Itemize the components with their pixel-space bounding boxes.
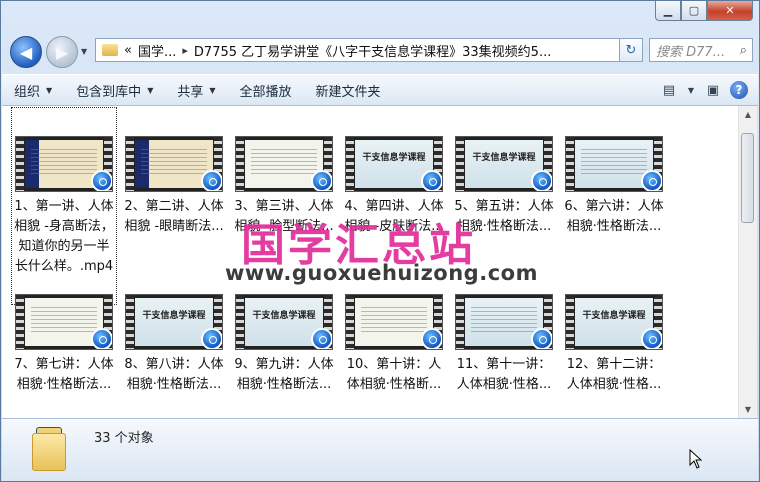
media-player-icon	[531, 170, 552, 191]
scroll-down-icon[interactable]: ▼	[739, 401, 757, 418]
vertical-scrollbar[interactable]: ▲ ▼	[738, 106, 757, 418]
file-item[interactable]: 11、第十一讲：人体相貌·性格...	[452, 294, 556, 404]
video-thumbnail	[455, 294, 553, 350]
breadcrumb-overflow[interactable]: «	[124, 43, 132, 58]
file-item[interactable]: 10、第十讲：人体相貌·性格断...	[342, 294, 446, 404]
include-library-label: 包含到库中	[76, 84, 142, 100]
media-player-icon	[91, 170, 112, 191]
file-name: 3、第三讲、人体相貌 -脸型断法...	[234, 199, 334, 234]
address-bar[interactable]: « 国学... ▸ D7755 乙丁易学讲堂《八字干支信息学课程》33集视频约5…	[95, 38, 641, 62]
share-button[interactable]: 共享 ▼	[165, 75, 227, 105]
chevron-down-icon: ▼	[46, 85, 53, 95]
file-item[interactable]: 2、第二讲、人体相貌 -眼睛断法...	[122, 136, 226, 246]
video-thumbnail	[15, 294, 113, 350]
media-player-icon	[91, 328, 112, 349]
media-player-icon	[421, 170, 442, 191]
file-name: 1、第一讲、人体相貌 -身高断法，知道你的另一半长什么样。.mp4	[14, 199, 114, 274]
help-icon[interactable]: ?	[730, 81, 748, 99]
preview-pane-icon[interactable]: ▣	[702, 79, 724, 101]
minimize-button[interactable]: ▁	[655, 1, 681, 21]
play-all-button[interactable]: 全部播放	[228, 75, 304, 105]
forward-button[interactable]: ▶	[46, 36, 78, 68]
thumbnail-title: 干支信息学课程	[472, 153, 536, 163]
file-name: 8、第八讲：人体相貌·性格断法...	[124, 357, 224, 392]
video-thumbnail	[235, 136, 333, 192]
media-player-icon	[421, 328, 442, 349]
file-list: 1、第一讲、人体相貌 -身高断法，知道你的另一半长什么样。.mp4 2、第二讲、人…	[2, 106, 738, 418]
file-item[interactable]: 6、第六讲：人体相貌·性格断法...	[562, 136, 666, 246]
new-folder-button[interactable]: 新建文件夹	[304, 75, 393, 105]
item-count: 33 个对象	[94, 431, 154, 446]
search-icon: ⌕	[739, 42, 747, 58]
search-input[interactable]: 搜索 D77... ⌕	[649, 38, 753, 62]
media-player-icon	[531, 328, 552, 349]
thumbnail-title: 干支信息学课程	[252, 311, 316, 321]
close-button[interactable]: ✕	[707, 1, 753, 21]
view-dropdown-icon[interactable]: ▼	[686, 79, 696, 101]
video-thumbnail	[565, 136, 663, 192]
thumbnail-title: 干支信息学课程	[142, 311, 206, 321]
file-item[interactable]: 干支信息学课程 4、第四讲、人体相貌 -皮肤断法...	[342, 136, 446, 246]
thumbnail-title: 干支信息学课程	[582, 311, 646, 321]
chevron-down-icon: ▼	[209, 85, 216, 95]
scrollbar-thumb[interactable]	[741, 133, 754, 223]
view-options-icon[interactable]: ▤	[658, 79, 680, 101]
media-player-icon	[201, 328, 222, 349]
video-thumbnail: 干支信息学课程	[455, 136, 553, 192]
file-name: 5、第五讲：人体相貌·性格断法...	[454, 199, 554, 234]
file-name: 9、第九讲：人体相貌·性格断法...	[234, 357, 334, 392]
video-thumbnail: 干支信息学课程	[565, 294, 663, 350]
organize-button[interactable]: 组织 ▼	[2, 75, 64, 105]
organize-label: 组织	[14, 84, 41, 100]
file-name: 10、第十讲：人体相貌·性格断...	[346, 357, 442, 392]
folder-icon	[102, 44, 118, 56]
file-name: 11、第十一讲：人体相貌·性格...	[456, 357, 552, 392]
maximize-button[interactable]: ▢	[681, 1, 707, 21]
search-placeholder: 搜索 D77...	[656, 44, 726, 60]
explorer-window: ▁ ▢ ✕ ◀ ▶ ▼ « 国学... ▸ D7755 乙丁易学讲堂《八字干支信…	[0, 0, 760, 482]
video-thumbnail: 干支信息学课程	[235, 294, 333, 350]
media-player-icon	[641, 328, 662, 349]
file-name: 12、第十二讲：人体相貌·性格...	[566, 357, 662, 392]
thumbnail-title: 干支信息学课程	[362, 153, 426, 163]
video-thumbnail	[345, 294, 443, 350]
breadcrumb-current[interactable]: D7755 乙丁易学讲堂《八字干支信息学课程》33集视频约5...	[194, 41, 551, 60]
file-item[interactable]: 干支信息学课程 9、第九讲：人体相貌·性格断法...	[232, 294, 336, 404]
file-name: 4、第四讲、人体相貌 -皮肤断法...	[344, 199, 444, 234]
file-item[interactable]: 干支信息学课程 5、第五讲：人体相貌·性格断法...	[452, 136, 556, 246]
scroll-up-icon[interactable]: ▲	[739, 106, 757, 123]
folder-icon	[32, 427, 68, 471]
history-dropdown-icon[interactable]: ▼	[81, 47, 87, 56]
refresh-button[interactable]: ↻	[619, 38, 643, 62]
command-bar: 组织 ▼ 包含到库中 ▼ 共享 ▼ 全部播放 新建文件夹 ▤ ▼ ▣ ?	[2, 74, 758, 106]
video-thumbnail	[15, 136, 113, 192]
caption-buttons: ▁ ▢ ✕	[655, 1, 753, 23]
media-player-icon	[641, 170, 662, 191]
media-player-icon	[201, 170, 222, 191]
file-name: 7、第七讲：人体相貌·性格断法...	[14, 357, 114, 392]
details-pane: 33 个对象	[2, 418, 758, 481]
file-name: 6、第六讲：人体相貌·性格断法...	[564, 199, 664, 234]
video-thumbnail: 干支信息学课程	[125, 294, 223, 350]
include-in-library-button[interactable]: 包含到库中 ▼	[64, 75, 165, 105]
breadcrumb-item[interactable]: 国学...	[138, 41, 176, 60]
file-name: 2、第二讲、人体相貌 -眼睛断法...	[124, 199, 224, 234]
file-item[interactable]: 干支信息学课程 12、第十二讲：人体相貌·性格...	[562, 294, 666, 404]
file-item[interactable]: 1、第一讲、人体相貌 -身高断法，知道你的另一半长什么样。.mp4	[11, 107, 117, 305]
breadcrumb-separator-icon[interactable]: ▸	[182, 44, 188, 57]
file-item[interactable]: 7、第七讲：人体相貌·性格断法...	[12, 294, 116, 404]
file-item[interactable]: 3、第三讲、人体相貌 -脸型断法...	[232, 136, 336, 246]
video-thumbnail: 干支信息学课程	[345, 136, 443, 192]
file-item[interactable]: 干支信息学课程 8、第八讲：人体相貌·性格断法...	[122, 294, 226, 404]
share-label: 共享	[177, 84, 204, 100]
video-thumbnail	[125, 136, 223, 192]
back-button[interactable]: ◀	[10, 36, 42, 68]
media-player-icon	[311, 328, 332, 349]
media-player-icon	[311, 170, 332, 191]
chevron-down-icon: ▼	[147, 85, 154, 95]
